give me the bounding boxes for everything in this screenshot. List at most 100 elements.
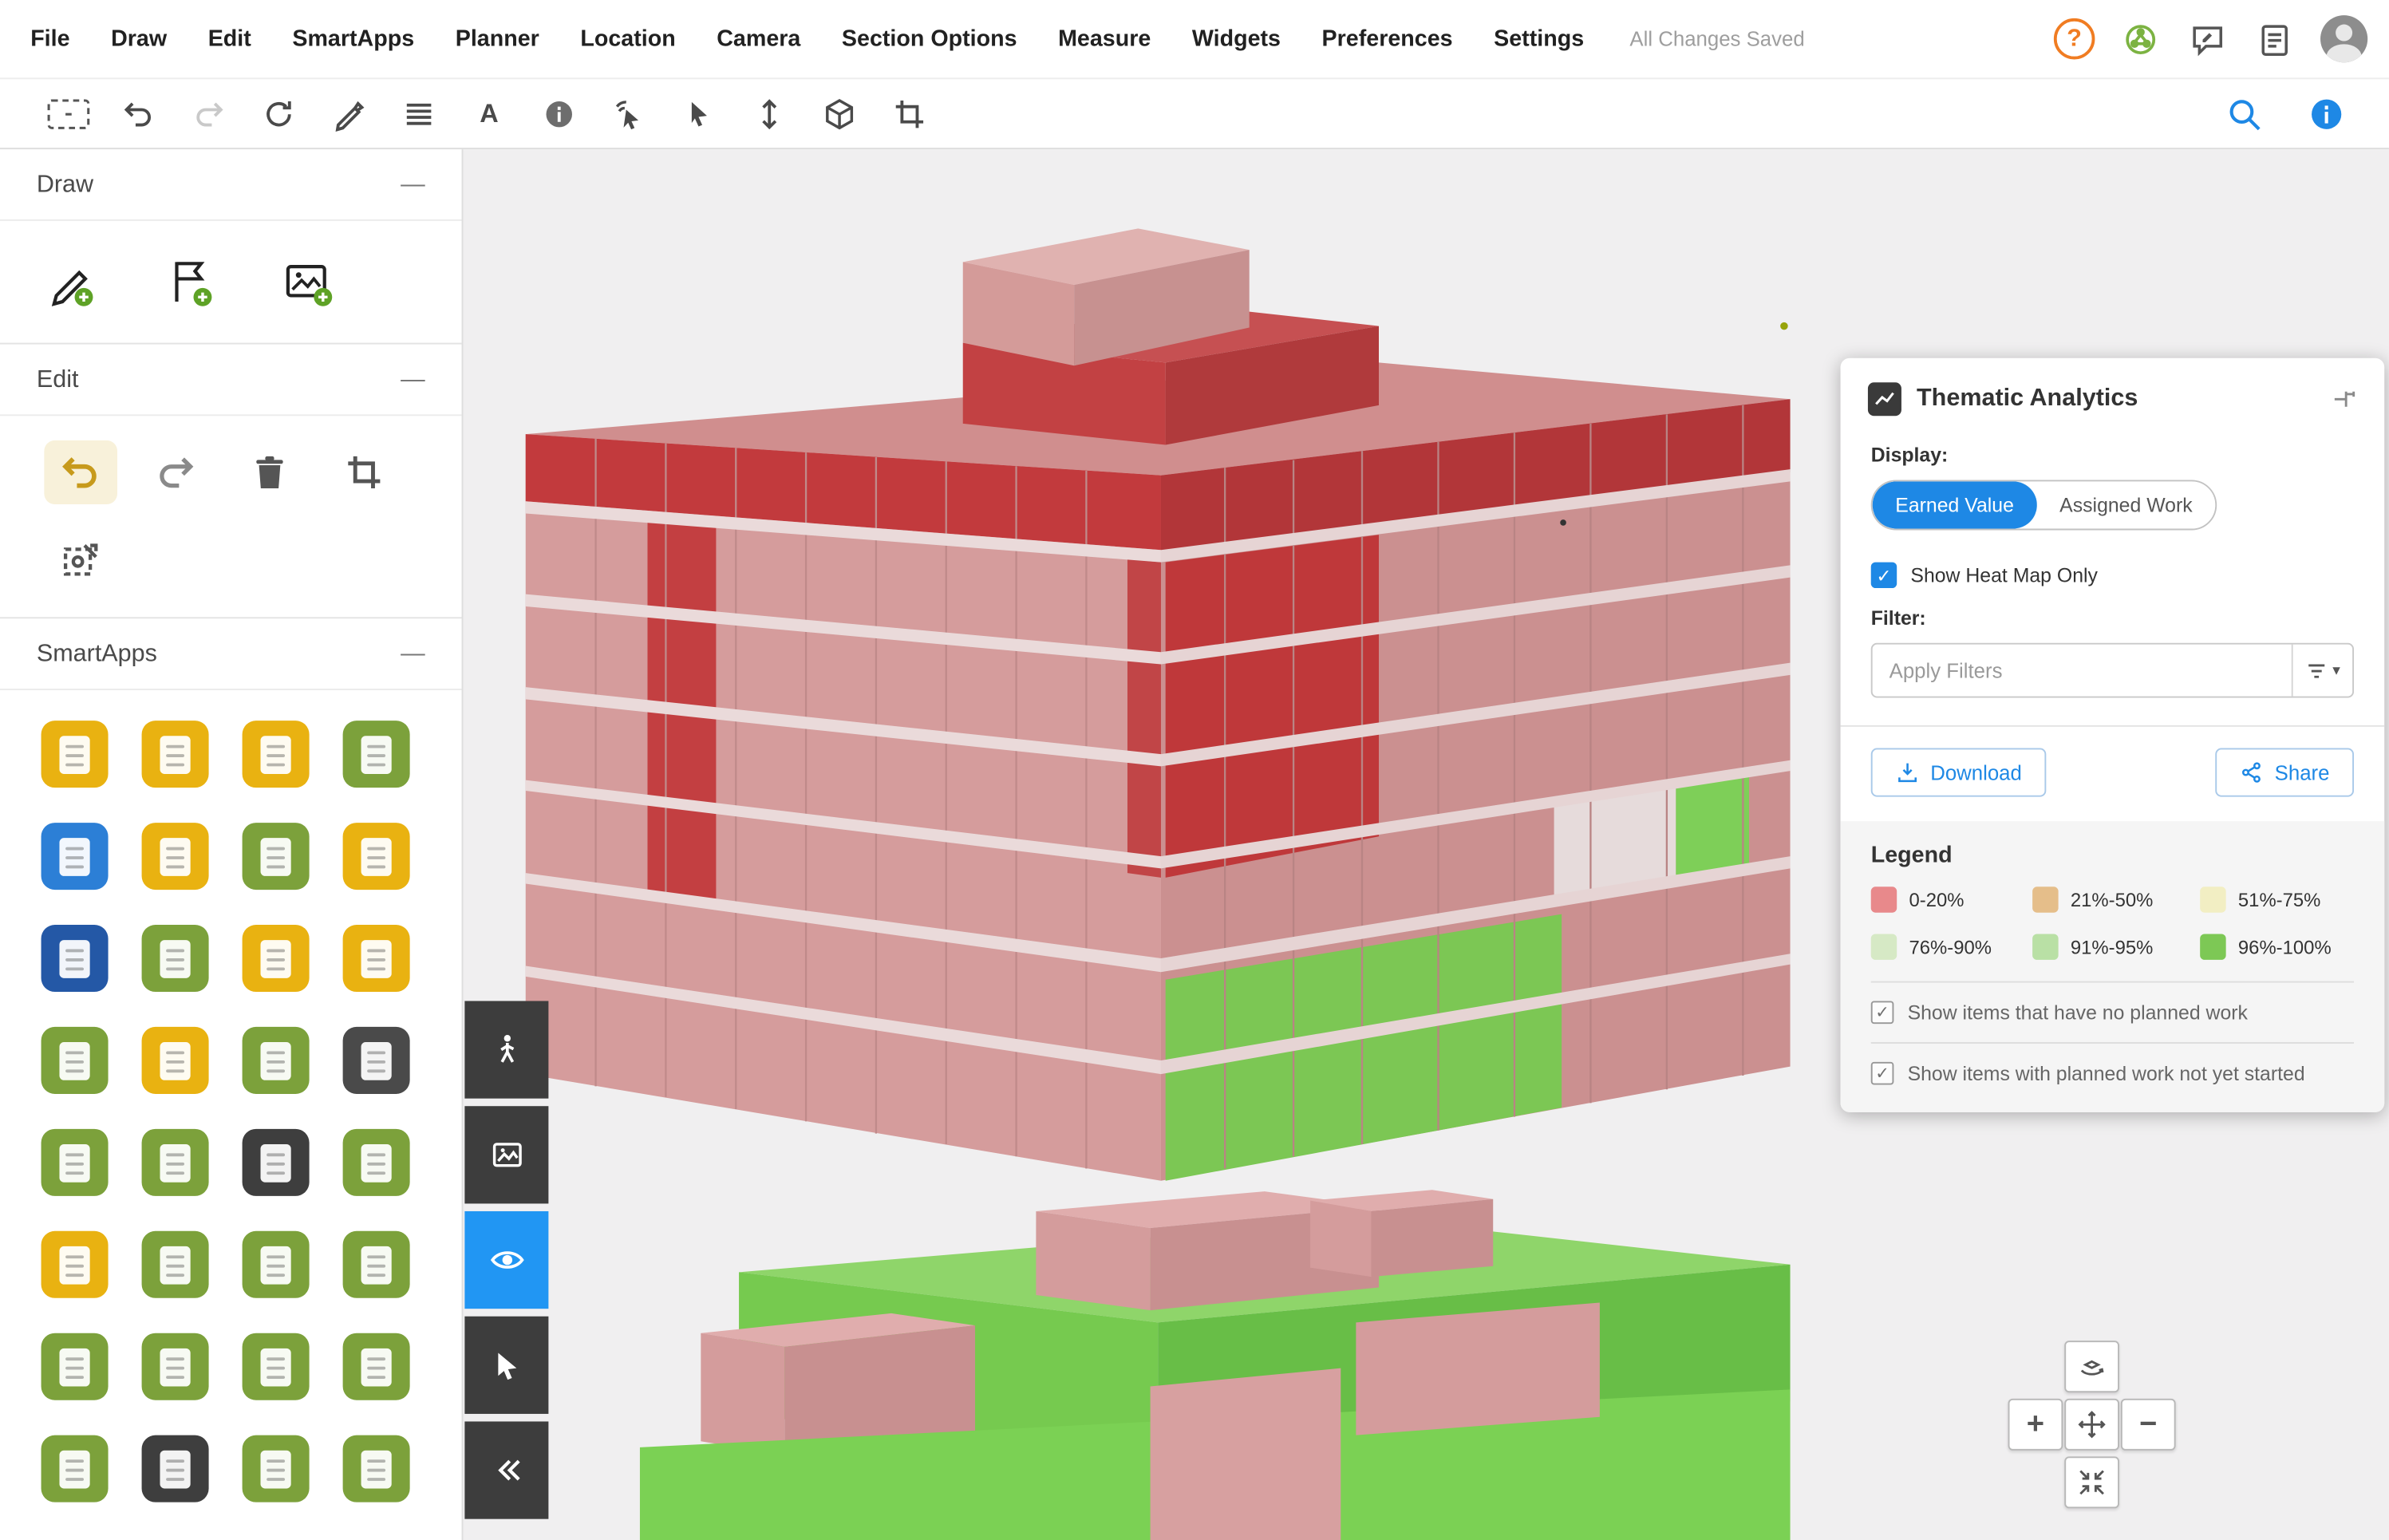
menu-item[interactable]: SmartApps — [292, 26, 414, 51]
add-image-icon[interactable] — [280, 255, 335, 310]
pin-panel-icon[interactable] — [2329, 384, 2359, 414]
legend-item: 91%-95% — [2032, 934, 2200, 959]
filter-input[interactable] — [1873, 645, 2292, 697]
info-icon[interactable] — [2304, 91, 2349, 136]
walk-mode-button[interactable] — [464, 1001, 548, 1098]
clipboard-icon[interactable] — [41, 721, 109, 788]
select-signal-icon[interactable] — [606, 91, 652, 136]
no-planned-work-option[interactable]: ✓ Show items that have no planned work — [1871, 981, 2354, 1042]
orbit-button[interactable] — [2064, 1341, 2119, 1392]
pan-button[interactable] — [2064, 1399, 2119, 1451]
menu-item[interactable]: Camera — [717, 26, 800, 51]
truck-transfer-icon[interactable] — [41, 1027, 109, 1094]
chat-approval-icon[interactable] — [243, 721, 310, 788]
list-check-icon[interactable] — [41, 1333, 109, 1400]
zoom-in-button[interactable]: + — [2008, 1399, 2063, 1451]
visibility-button[interactable] — [464, 1211, 548, 1309]
model-viewport[interactable]: Thematic Analytics Display: Earned Value… — [463, 149, 2388, 1540]
hammer-wrench-icon[interactable] — [343, 1027, 410, 1094]
fit-view-button[interactable] — [2064, 1456, 2119, 1508]
shuffle-icon[interactable] — [41, 823, 109, 890]
worker-plan-icon[interactable] — [41, 1231, 109, 1298]
not-started-option[interactable]: ✓ Show items with planned work not yet s… — [1871, 1042, 2354, 1103]
refresh-icon[interactable] — [256, 91, 302, 136]
shield-check-icon[interactable] — [142, 1231, 209, 1298]
share-button[interactable]: Share — [2215, 748, 2354, 797]
menu-item[interactable]: Draw — [111, 26, 167, 51]
menu-item[interactable]: Location — [580, 26, 675, 51]
zoom-out-button[interactable]: − — [2121, 1399, 2176, 1451]
collapse-smartapps-button[interactable]: — — [401, 643, 425, 668]
section-box-tool-icon[interactable] — [45, 91, 91, 136]
no-planned-work-checkbox[interactable]: ✓ — [1871, 1001, 1894, 1024]
menu-item[interactable]: Edit — [208, 26, 251, 51]
meeting-desk-icon[interactable] — [343, 925, 410, 992]
resize-vertical-icon[interactable] — [747, 91, 792, 136]
delete-trash-icon[interactable] — [233, 440, 306, 504]
edit-crop-icon[interactable] — [328, 440, 401, 504]
show-heat-map-checkbox[interactable]: ✓ — [1871, 563, 1897, 588]
chart-icon[interactable] — [142, 1435, 209, 1502]
cost-calculator-icon[interactable] — [343, 721, 410, 788]
edit-undo-icon[interactable] — [44, 440, 117, 504]
pointer-button[interactable] — [464, 1317, 548, 1414]
report-icon[interactable] — [41, 1435, 109, 1502]
plug-icon[interactable] — [343, 1333, 410, 1400]
earned-value-tab[interactable]: Earned Value — [1873, 481, 2037, 528]
team-icon[interactable] — [343, 823, 410, 890]
edit-redo-icon[interactable] — [139, 440, 212, 504]
material-box-icon[interactable] — [142, 823, 209, 890]
transform-icon[interactable] — [44, 529, 117, 593]
download-button[interactable]: Download — [1871, 748, 2047, 797]
forms-list-icon[interactable] — [2253, 18, 2296, 60]
redo-icon[interactable] — [186, 91, 231, 136]
wrench-check-icon[interactable] — [343, 1129, 410, 1196]
text-tool-icon[interactable]: A — [466, 91, 511, 136]
cube-icon[interactable] — [243, 1129, 310, 1196]
doc-search-icon[interactable] — [142, 1333, 209, 1400]
menu-item[interactable]: Planner — [456, 26, 539, 51]
integrations-icon[interactable] — [2119, 18, 2162, 60]
delivery-clock-icon[interactable] — [243, 1027, 310, 1094]
document-edit-icon[interactable] — [142, 1027, 209, 1094]
key-search-icon[interactable] — [243, 1333, 310, 1400]
add-flag-icon[interactable] — [161, 255, 216, 310]
annotate-pen-icon[interactable] — [326, 91, 372, 136]
clipboard-check-icon[interactable] — [243, 1435, 310, 1502]
undo-icon[interactable] — [116, 91, 161, 136]
crop-tool-icon[interactable] — [886, 91, 932, 136]
tools-icon[interactable] — [343, 1435, 410, 1502]
not-started-checkbox[interactable]: ✓ — [1871, 1062, 1894, 1085]
collapse-draw-button[interactable]: — — [401, 174, 425, 199]
phone-log-icon[interactable] — [243, 925, 310, 992]
feedback-chat-icon[interactable] — [2186, 18, 2229, 60]
user-avatar[interactable] — [2320, 15, 2367, 62]
menu-item[interactable]: Section Options — [842, 26, 1017, 51]
select-arrow-icon[interactable] — [677, 91, 722, 136]
filter-options-button[interactable]: ▾ — [2292, 645, 2352, 697]
menu-item[interactable]: Preferences — [1322, 26, 1453, 51]
compass-doc-icon[interactable] — [343, 1231, 410, 1298]
building-icon[interactable] — [243, 823, 310, 890]
menu-item[interactable]: File — [30, 26, 69, 51]
info-tool-icon[interactable] — [536, 91, 582, 136]
menu-item[interactable]: Settings — [1494, 26, 1584, 51]
add-markup-icon[interactable] — [42, 255, 97, 310]
gear-document-icon[interactable] — [142, 721, 209, 788]
menu-item[interactable]: Measure — [1058, 26, 1151, 51]
mir-search-icon[interactable] — [41, 1129, 109, 1196]
collapse-toolbar-button[interactable] — [464, 1421, 548, 1518]
calculator-icon[interactable] — [41, 925, 109, 992]
help-icon[interactable]: ? — [2054, 18, 2095, 60]
menu-item[interactable]: Widgets — [1192, 26, 1281, 51]
search-icon[interactable] — [2221, 91, 2267, 136]
site-monitor-icon[interactable] — [142, 1129, 209, 1196]
assigned-work-tab[interactable]: Assigned Work — [2037, 481, 2216, 528]
show-heat-map-checkbox-row[interactable]: ✓ Show Heat Map Only — [1871, 563, 2354, 588]
cube-icon[interactable] — [816, 91, 862, 136]
snapshot-button[interactable] — [464, 1106, 548, 1203]
checklist-pencil-icon[interactable] — [142, 925, 209, 992]
gear-doc-icon[interactable] — [243, 1231, 310, 1298]
layers-icon[interactable] — [396, 91, 441, 136]
collapse-edit-button[interactable]: — — [401, 369, 425, 393]
